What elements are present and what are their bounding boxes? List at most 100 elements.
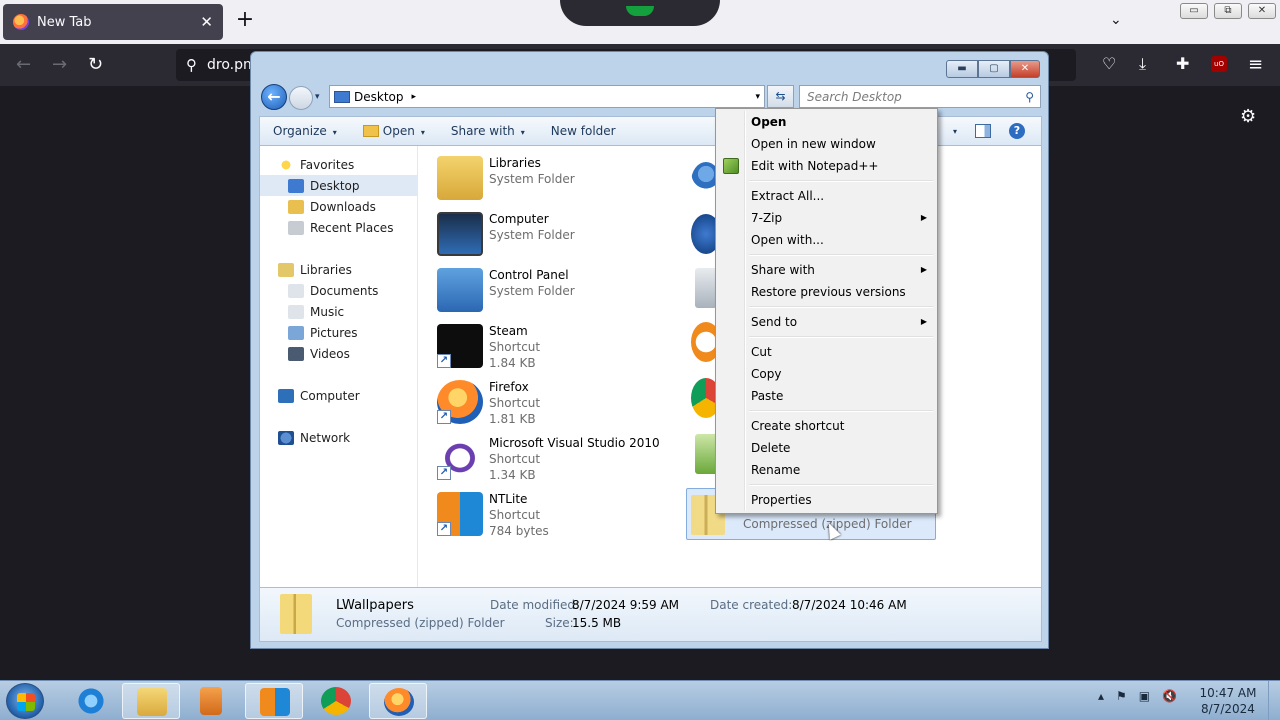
pocket-icon[interactable]: ♡: [1102, 54, 1116, 73]
address-dropdown-icon[interactable]: ▾: [755, 92, 760, 102]
preview-pane-icon[interactable]: [975, 124, 991, 138]
taskbar-windows-explorer[interactable]: [122, 683, 180, 719]
menu-item-rename[interactable]: Rename: [718, 459, 935, 481]
ublock-icon[interactable]: uO: [1211, 56, 1227, 72]
recent-pages-dropdown[interactable]: ▾: [315, 92, 320, 102]
menu-item-open-with[interactable]: Open with...: [718, 229, 935, 251]
menu-item-copy[interactable]: Copy: [718, 363, 935, 385]
tab-title: New Tab: [37, 14, 92, 30]
tab-close-button[interactable]: ✕: [200, 13, 213, 31]
list-item-visual-studio[interactable]: ↗ Microsoft Visual Studio 2010 Shortcut …: [419, 430, 660, 486]
minimize-button[interactable]: ▭: [1180, 3, 1208, 19]
list-item-steam[interactable]: ↗ Steam Shortcut 1.84 KB: [419, 318, 659, 374]
settings-gear-icon[interactable]: ⚙: [1240, 106, 1256, 127]
forward-button[interactable]: →: [52, 54, 67, 75]
downloads-icon[interactable]: ⤓: [1139, 54, 1146, 74]
menu-item-share-with[interactable]: Share with ▶: [718, 259, 935, 281]
action-center-flag-icon[interactable]: ⚑: [1116, 689, 1127, 703]
search-input[interactable]: Search Desktop ⚲: [799, 85, 1041, 108]
chevron-down-icon: ▾: [420, 128, 425, 137]
list-item-control-panel[interactable]: Control Panel System Folder: [419, 262, 659, 318]
nav-videos[interactable]: Videos: [260, 343, 417, 364]
start-button[interactable]: [6, 683, 44, 719]
list-item-firefox[interactable]: ↗ Firefox Shortcut 1.81 KB: [419, 374, 659, 430]
chevron-right-icon[interactable]: ▸: [412, 92, 417, 102]
nav-label: Libraries: [300, 262, 352, 277]
taskbar-ntlite[interactable]: [245, 683, 303, 719]
explorer-folder-icon: [137, 688, 167, 716]
share-with-button[interactable]: Share with ▾: [438, 124, 538, 138]
forward-button[interactable]: [289, 86, 313, 110]
list-all-tabs-button[interactable]: ⌄: [1110, 12, 1122, 28]
back-button[interactable]: ←: [16, 54, 31, 75]
open-button[interactable]: Open ▾: [350, 124, 438, 138]
item-name: Steam: [489, 324, 528, 338]
menu-item-properties[interactable]: Properties: [718, 489, 935, 511]
extensions-icon[interactable]: ✚: [1176, 54, 1189, 73]
star-icon: [278, 157, 294, 172]
show-desktop-button[interactable]: [1268, 681, 1280, 720]
item-name: Control Panel: [489, 268, 569, 282]
details-pane: LWallpapers Compressed (zipped) Folder D…: [259, 588, 1042, 642]
menu-item-extract-all[interactable]: Extract All...: [718, 185, 935, 207]
chevron-down-icon: ▾: [332, 128, 337, 137]
menu-item-restore-versions[interactable]: Restore previous versions: [718, 281, 935, 303]
help-icon[interactable]: ?: [1009, 123, 1025, 139]
menu-item-cut[interactable]: Cut: [718, 341, 935, 363]
menu-item-create-shortcut[interactable]: Create shortcut: [718, 415, 935, 437]
new-tab-button[interactable]: +: [232, 8, 258, 34]
nav-recent-places[interactable]: Recent Places: [260, 217, 417, 238]
volume-muted-icon[interactable]: 🔇: [1162, 689, 1177, 703]
nav-documents[interactable]: Documents: [260, 280, 417, 301]
taskbar-media-player[interactable]: [182, 683, 240, 719]
address-bar[interactable]: Desktop ▸ ▾: [329, 85, 765, 108]
nav-computer[interactable]: Computer: [260, 385, 417, 406]
menu-item-open[interactable]: Open: [718, 111, 935, 133]
organize-label: Organize: [273, 124, 327, 138]
menu-separator: [718, 333, 935, 341]
organize-button[interactable]: Organize ▾: [260, 124, 350, 138]
nav-music[interactable]: Music: [260, 301, 417, 322]
list-item-ntlite[interactable]: ↗ NTLite Shortcut 784 bytes: [419, 486, 659, 542]
taskbar-firefox[interactable]: [369, 683, 427, 719]
view-options-dropdown[interactable]: ▾: [953, 127, 957, 136]
nav-libraries[interactable]: Libraries: [260, 259, 417, 280]
list-item-computer[interactable]: Computer System Folder: [419, 206, 659, 262]
minimize-button[interactable]: ▬: [946, 60, 978, 78]
taskbar-internet-explorer[interactable]: [62, 683, 120, 719]
restore-button[interactable]: ⧉: [1214, 3, 1242, 19]
pictures-icon: [288, 325, 304, 340]
new-folder-button[interactable]: New folder: [538, 124, 629, 138]
back-button[interactable]: ←: [261, 84, 287, 110]
reload-button[interactable]: ↻: [88, 54, 103, 75]
menu-item-open-new-window[interactable]: Open in new window: [718, 133, 935, 155]
menu-item-send-to[interactable]: Send to ▶: [718, 311, 935, 333]
menu-item-label: Share with: [751, 263, 815, 277]
refresh-button[interactable]: ⇆: [767, 85, 794, 108]
menu-item-paste[interactable]: Paste: [718, 385, 935, 407]
tab-new-tab[interactable]: New Tab ✕: [3, 4, 223, 40]
nav-downloads[interactable]: Downloads: [260, 196, 417, 217]
menu-icon[interactable]: ≡: [1248, 54, 1263, 75]
menu-item-edit-notepad[interactable]: Edit with Notepad++: [718, 155, 935, 177]
maximize-button[interactable]: ▢: [978, 60, 1010, 78]
close-window-button[interactable]: ✕: [1248, 3, 1276, 19]
nav-desktop[interactable]: Desktop: [260, 175, 417, 196]
nav-network[interactable]: Network: [260, 427, 417, 448]
ntlite-icon: [260, 688, 290, 716]
item-size: 784 bytes: [489, 524, 549, 538]
menu-item-7zip[interactable]: 7-Zip ▶: [718, 207, 935, 229]
address-location[interactable]: Desktop: [354, 90, 404, 104]
list-item-libraries[interactable]: Libraries System Folder: [419, 150, 659, 206]
show-hidden-icons-button[interactable]: ▴: [1098, 689, 1104, 703]
taskbar-chrome[interactable]: [307, 683, 365, 719]
close-button[interactable]: ✕: [1010, 60, 1040, 78]
recycle-bin-icon[interactable]: [695, 268, 717, 308]
nav-pictures[interactable]: Pictures: [260, 322, 417, 343]
menu-item-delete[interactable]: Delete: [718, 437, 935, 459]
libraries-icon: [278, 262, 294, 277]
network-status-icon[interactable]: ▣: [1139, 689, 1150, 703]
clock[interactable]: 10:47 AM 8/7/2024: [1196, 685, 1260, 717]
nav-favorites[interactable]: Favorites: [260, 154, 417, 175]
